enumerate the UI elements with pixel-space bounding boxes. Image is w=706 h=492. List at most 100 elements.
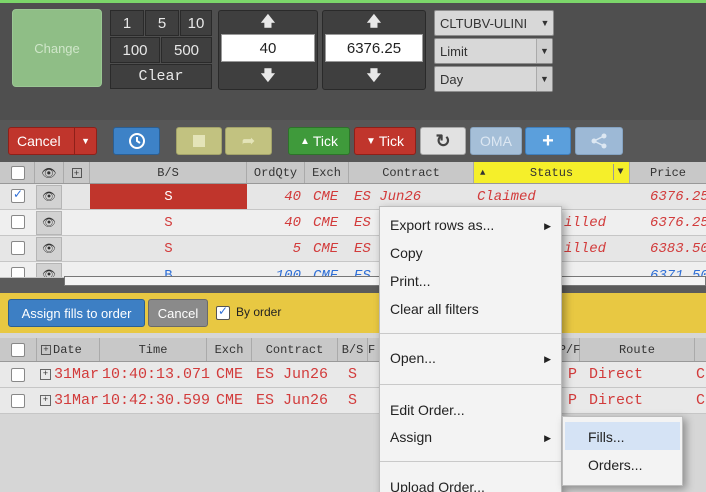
chevron-right-icon: ▶ — [544, 221, 551, 231]
row-checkbox[interactable] — [11, 368, 25, 382]
eye-icon[interactable]: 👁 — [35, 162, 64, 183]
eye-icon[interactable]: 👁 — [36, 263, 62, 277]
expand-icon[interactable]: + — [64, 162, 90, 183]
order-type-select[interactable]: Limit ▼ — [434, 38, 553, 64]
qty-preset-5[interactable]: 5 — [145, 10, 179, 36]
clear-button[interactable]: Clear — [110, 64, 212, 89]
column-pf[interactable]: P/F — [559, 338, 580, 361]
menu-divider — [380, 333, 561, 334]
cell-ordqty: 5 — [292, 240, 301, 257]
menu-divider — [380, 384, 561, 385]
qty-preset-1[interactable]: 1 — [110, 10, 144, 36]
select-all-cell — [0, 162, 35, 183]
row-checkbox[interactable] — [11, 394, 25, 408]
oma-label: OMA — [480, 133, 512, 149]
account-select[interactable]: CLTUBV-ULINI ▼ — [434, 10, 554, 36]
column-status[interactable]: ▲ Status ▼ — [474, 162, 630, 183]
cancel-order-button[interactable]: Cancel ▼ — [8, 127, 97, 155]
chevron-down-icon: ▼ — [536, 39, 552, 63]
cell-pf: P — [568, 366, 578, 383]
eye-icon[interactable]: 👁 — [36, 185, 62, 209]
arrow-down-icon[interactable]: 🡇 — [323, 67, 425, 87]
arrow-up-icon[interactable]: 🡅 — [323, 13, 425, 33]
history-button[interactable] — [113, 127, 160, 155]
cell-status: illed — [564, 240, 607, 257]
cell-ordqty: 40 — [284, 214, 301, 231]
submenu-item-fills[interactable]: Fills... — [588, 429, 625, 445]
plus-icon: + — [542, 129, 554, 152]
qty-preset-10[interactable]: 10 — [180, 10, 212, 36]
stop-button[interactable] — [176, 127, 222, 155]
table-row[interactable]: + 31Mar2 10:40:13.071 CME ES Jun26 S P D… — [0, 362, 706, 388]
cell-exch: CME — [313, 214, 339, 231]
column-ordqty[interactable]: OrdQty — [247, 162, 305, 183]
tick-down-button[interactable]: ▼ Tick — [354, 127, 416, 155]
redirect-button[interactable]: ➦ — [225, 127, 272, 155]
menu-item-open[interactable]: Open... — [390, 350, 436, 366]
column-exch[interactable]: Exch — [207, 338, 252, 361]
row-checkbox[interactable] — [11, 241, 25, 255]
share-arrow-icon: ➦ — [241, 133, 256, 150]
cancel-assign-button[interactable]: Cancel — [148, 299, 208, 327]
change-button[interactable]: Change — [12, 9, 102, 87]
quantity-input[interactable]: 40 — [221, 34, 315, 62]
arrow-down-icon[interactable]: 🡇 — [219, 67, 317, 87]
menu-item-print[interactable]: Print... — [390, 273, 430, 289]
column-contract[interactable]: Contract — [252, 338, 338, 361]
chevron-down-icon[interactable]: ▼ — [74, 128, 96, 154]
tick-up-label: Tick — [312, 133, 339, 149]
column-price[interactable]: Price — [630, 162, 706, 183]
add-order-button[interactable]: + — [525, 127, 571, 155]
menu-item-export-rows[interactable]: Export rows as... — [390, 217, 494, 233]
eye-icon[interactable]: 👁 — [36, 237, 62, 261]
by-order-checkbox[interactable]: ✓ — [216, 304, 230, 320]
price-input[interactable]: 6376.25 — [325, 34, 423, 62]
table-row[interactable]: ✓ 👁 S 40 CME ES Jun26 Claimed 6376.25 — [0, 184, 706, 210]
expand-icon[interactable]: + — [41, 344, 51, 355]
tick-down-label: Tick — [378, 133, 405, 149]
oma-button[interactable]: OMA — [470, 127, 522, 155]
qty-preset-100[interactable]: 100 — [110, 37, 160, 63]
context-menu: Export rows as... ▶ Copy Print... Clear … — [379, 206, 562, 492]
refresh-icon: ↻ — [435, 130, 451, 151]
column-bs[interactable]: B/S — [90, 162, 247, 183]
eye-icon[interactable]: 👁 — [36, 211, 62, 235]
menu-item-assign[interactable]: Assign — [390, 429, 432, 445]
column-bs[interactable]: B/S — [338, 338, 368, 361]
table-row[interactable]: 👁 S 40 CME ES illed 6376.25 — [0, 210, 706, 236]
cell-c: C — [696, 366, 706, 383]
column-contract[interactable]: Contract — [349, 162, 474, 183]
tif-select[interactable]: Day ▼ — [434, 66, 553, 92]
filter-icon[interactable]: ▼ — [613, 164, 627, 180]
table-row[interactable]: + 31Mar2 10:42:30.599 CME ES Jun26 S P D… — [0, 388, 706, 414]
price-spinner: 🡅 6376.25 🡇 — [322, 10, 426, 90]
tick-up-button[interactable]: ▲ Tick — [288, 127, 350, 155]
assign-fills-button[interactable]: Assign fills to order — [8, 299, 145, 327]
menu-item-clear-filters[interactable]: Clear all filters — [390, 301, 479, 317]
expand-row-icon[interactable]: + — [40, 395, 51, 406]
column-date[interactable]: + Date — [37, 338, 100, 361]
column-route[interactable]: Route — [580, 338, 695, 361]
submenu-item-orders[interactable]: Orders... — [588, 457, 642, 473]
column-c[interactable] — [695, 338, 706, 361]
select-all-checkbox[interactable] — [11, 166, 25, 180]
row-checkbox[interactable]: ✓ — [11, 188, 25, 203]
expand-row-icon[interactable]: + — [40, 369, 51, 380]
menu-item-copy[interactable]: Copy — [390, 245, 423, 261]
table-row[interactable]: 👁 S 5 CME ES illed 6383.50 — [0, 236, 706, 262]
chevron-right-icon: ▶ — [544, 433, 551, 443]
row-checkbox[interactable] — [11, 267, 25, 277]
column-exch[interactable]: Exch — [305, 162, 349, 183]
menu-item-upload-order[interactable]: Upload Order... — [390, 479, 485, 492]
split-button[interactable] — [575, 127, 623, 155]
cell-contract: ES — [354, 214, 371, 231]
menu-item-edit-order[interactable]: Edit Order... — [390, 402, 465, 418]
qty-preset-500[interactable]: 500 — [161, 37, 212, 63]
cell-bs: S — [348, 392, 358, 409]
triangle-up-icon: ▲ — [299, 135, 310, 147]
column-time[interactable]: Time — [100, 338, 207, 361]
arrow-up-icon[interactable]: 🡅 — [219, 13, 317, 33]
row-checkbox[interactable] — [11, 215, 25, 229]
refresh-button[interactable]: ↻ — [420, 127, 466, 155]
select-all-checkbox[interactable] — [11, 343, 25, 357]
